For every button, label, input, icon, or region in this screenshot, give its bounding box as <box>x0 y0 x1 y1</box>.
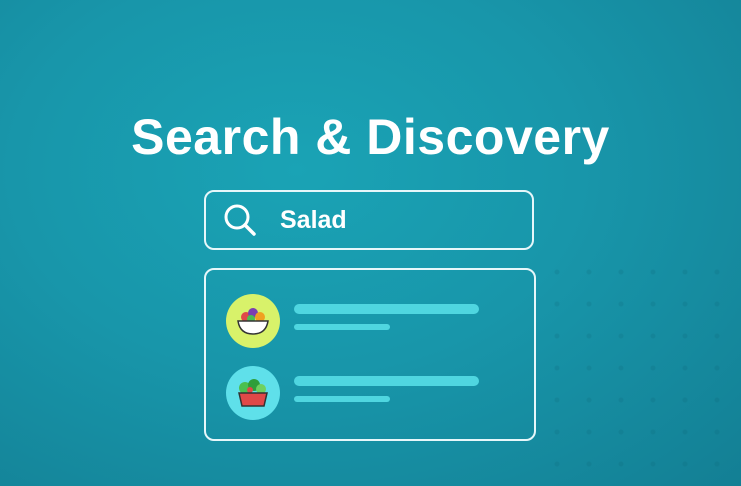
search-query-text[interactable]: Salad <box>280 206 347 235</box>
decorative-dot-pattern <box>541 256 741 486</box>
search-box[interactable]: Salad <box>204 190 534 250</box>
result-item[interactable] <box>226 294 516 350</box>
result-title-placeholder <box>294 304 479 314</box>
result-subtitle-placeholder <box>294 396 390 402</box>
page-title: Search & Discovery <box>131 109 610 165</box>
result-subtitle-placeholder <box>294 324 390 330</box>
search-results-panel <box>204 268 536 441</box>
search-icon <box>224 204 256 236</box>
result-item[interactable] <box>226 366 516 422</box>
salad-bowl-icon <box>226 366 280 420</box>
fruit-bowl-icon <box>226 294 280 348</box>
result-title-placeholder <box>294 376 479 386</box>
